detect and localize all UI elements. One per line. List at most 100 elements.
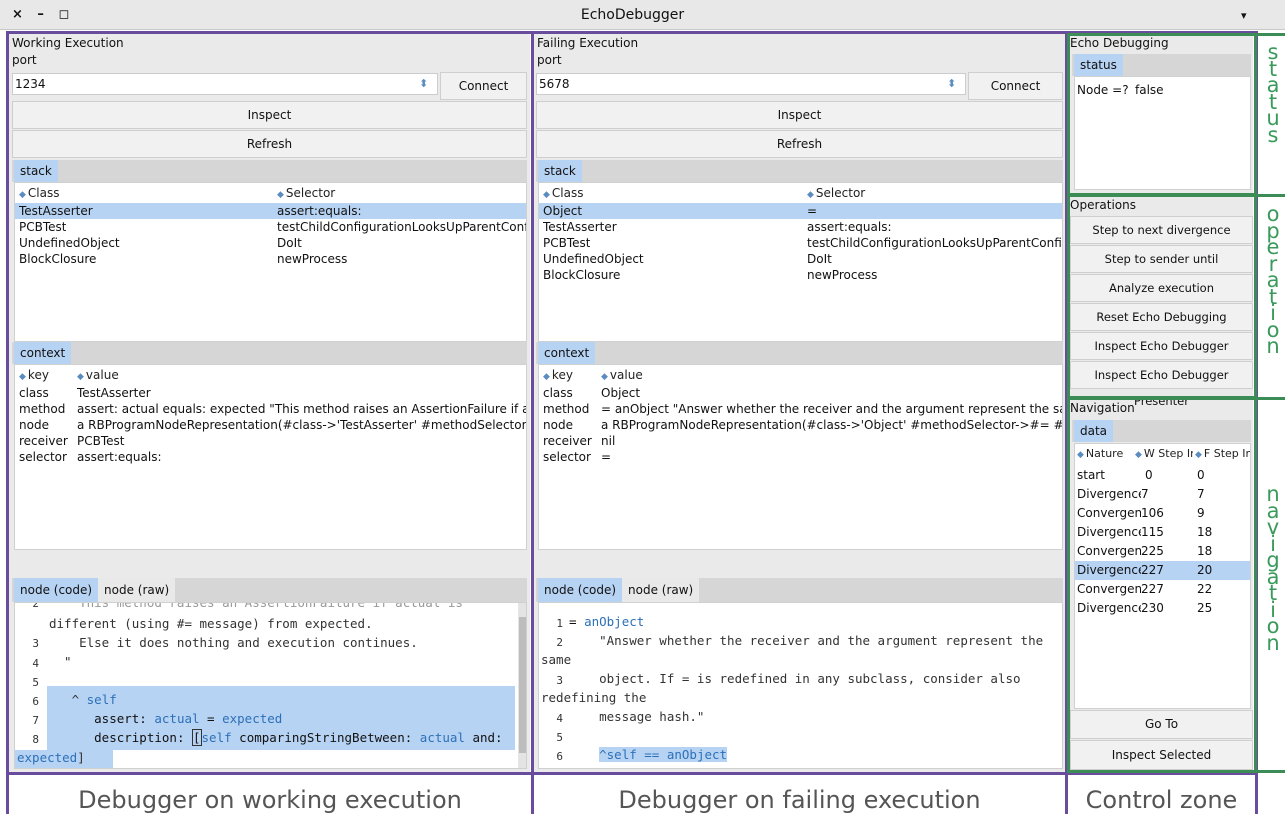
- w-step-cell: 0: [1145, 468, 1153, 482]
- table-row[interactable]: Object =: [539, 203, 1062, 219]
- working-tab-node-raw[interactable]: node (raw): [98, 578, 176, 602]
- table-row[interactable]: TestAsserter assert:equals:: [539, 219, 1062, 235]
- table-row[interactable]: node a RBProgramNodeRepresentation(#class…: [15, 417, 526, 433]
- working-tab-node-code[interactable]: node (code): [14, 578, 99, 602]
- inspect-selected-button[interactable]: Inspect Selected: [1070, 740, 1253, 770]
- working-connect-button[interactable]: Connect: [440, 72, 527, 100]
- code-line: expected]: [17, 750, 85, 765]
- table-row[interactable]: BlockClosure newProcess: [15, 251, 526, 267]
- failing-code-editor[interactable]: 1 = anObject 2 "Answer whether the recei…: [538, 602, 1063, 769]
- working-stack-tab[interactable]: stack: [14, 160, 58, 182]
- table-row[interactable]: receiver nil: [539, 433, 1062, 449]
- failing-port-input[interactable]: 5678: [536, 73, 966, 95]
- working-col-selector[interactable]: ◆ Selector: [277, 186, 335, 200]
- selector-cell: newProcess: [277, 252, 348, 266]
- code-line: "Answer whether the receiver and the arg…: [569, 633, 1044, 648]
- failing-col-class[interactable]: ◆ Class: [543, 186, 584, 200]
- data-tab[interactable]: data: [1074, 420, 1114, 442]
- go-to-button[interactable]: Go To: [1070, 710, 1253, 739]
- table-row[interactable]: Divergence 115 18: [1075, 523, 1250, 542]
- failing-context-tab[interactable]: context: [538, 342, 596, 364]
- code-line: = anObject: [569, 614, 645, 629]
- table-row[interactable]: node a RBProgramNodeRepresentation(#class…: [539, 417, 1062, 433]
- table-row[interactable]: selector =: [539, 449, 1062, 465]
- failing-stack-tab[interactable]: stack: [538, 160, 582, 182]
- line-number: 7: [32, 714, 39, 727]
- table-row[interactable]: method assert: actual equals: expected "T…: [15, 401, 526, 417]
- working-col-key[interactable]: ◆ key: [19, 368, 49, 382]
- reset-echo-button[interactable]: Reset Echo Debugging: [1070, 303, 1253, 331]
- failing-tab-node-raw[interactable]: node (raw): [622, 578, 700, 602]
- inspect-echo-presenter-button[interactable]: Inspect Echo Debugger Presenter: [1070, 361, 1253, 408]
- f-step-cell: 18: [1197, 525, 1213, 539]
- failing-stack-tabbar: [536, 160, 1063, 182]
- failing-tab-node-code[interactable]: node (code): [538, 578, 623, 602]
- analyze-execution-button[interactable]: Analyze execution: [1070, 274, 1253, 302]
- table-row[interactable]: Divergence 230 25: [1075, 599, 1250, 618]
- value-cell: TestAsserter: [77, 386, 151, 400]
- table-row[interactable]: Convergen 227 22: [1075, 580, 1250, 599]
- working-refresh-button[interactable]: Refresh: [12, 130, 527, 158]
- operations-heading: Operations: [1070, 198, 1136, 212]
- class-cell: UndefinedObject: [543, 252, 644, 266]
- table-row[interactable]: TestAsserter assert:equals:: [15, 203, 526, 219]
- nature-cell: Convergen: [1077, 506, 1141, 520]
- working-col-class[interactable]: ◆ Class: [19, 186, 60, 200]
- table-row[interactable]: Divergence 227 20: [1075, 561, 1250, 580]
- col-nature[interactable]: ◆ Nature: [1077, 447, 1123, 460]
- col-w-step[interactable]: ◆ W Step Ir: [1135, 447, 1193, 460]
- inspect-echo-debugger-button[interactable]: Inspect Echo Debugger: [1070, 332, 1253, 360]
- failing-port-spin-icon[interactable]: ⬍: [947, 77, 956, 90]
- table-row[interactable]: Convergen 225 18: [1075, 542, 1250, 561]
- navigation-connector: [1257, 397, 1285, 400]
- table-row[interactable]: selector assert:equals:: [15, 449, 526, 465]
- failing-heading: Failing Execution: [537, 36, 639, 50]
- table-row[interactable]: class TestAsserter: [15, 385, 526, 401]
- table-row[interactable]: method = anObject "Answer whether the rec…: [539, 401, 1062, 417]
- working-port-input[interactable]: 1234: [12, 73, 438, 95]
- working-code-editor[interactable]: 2 This method raises an AssertionFailure…: [14, 602, 527, 769]
- failing-col-value[interactable]: ◆ value: [601, 368, 643, 382]
- selector-cell: =: [807, 204, 818, 218]
- failing-connect-button[interactable]: Connect: [968, 72, 1063, 100]
- sort-icon: ◆: [543, 190, 550, 200]
- navigation-heading: Navigation: [1070, 401, 1135, 415]
- working-caption: Debugger on working execution: [78, 786, 462, 814]
- value-cell: assert:equals:: [77, 450, 162, 464]
- failing-refresh-button[interactable]: Refresh: [536, 130, 1063, 158]
- working-inspect-button[interactable]: Inspect: [12, 101, 527, 129]
- table-row[interactable]: class Object: [539, 385, 1062, 401]
- working-code-scrollbar[interactable]: [518, 603, 526, 768]
- side-label-letter: s: [1267, 122, 1279, 147]
- table-row[interactable]: PCBTest testChildConfigurationLooksUpPare…: [15, 219, 526, 235]
- table-row[interactable]: receiver PCBTest: [15, 433, 526, 449]
- working-port-spin-icon[interactable]: ⬍: [419, 77, 428, 90]
- step-next-divergence-button[interactable]: Step to next divergence: [1070, 216, 1253, 244]
- navigation-connector-bottom: [1257, 770, 1285, 773]
- table-row[interactable]: Convergen 106 9: [1075, 504, 1250, 523]
- working-heading: Working Execution: [12, 36, 124, 50]
- col-f-step[interactable]: ◆ F Step In: [1195, 447, 1250, 460]
- f-step-cell: 25: [1197, 601, 1213, 615]
- class-cell: PCBTest: [19, 220, 67, 234]
- status-tab[interactable]: status: [1074, 54, 1123, 76]
- table-row[interactable]: BlockClosure newProcess: [539, 267, 1062, 283]
- failing-inspect-button[interactable]: Inspect: [536, 101, 1063, 129]
- table-row[interactable]: start 0 0: [1075, 466, 1250, 485]
- working-col-value[interactable]: ◆ value: [77, 368, 119, 382]
- w-step-cell: 115: [1141, 525, 1164, 539]
- code-line: same: [541, 652, 572, 667]
- line-number: 2: [556, 636, 563, 649]
- step-sender-convergence-button[interactable]: Step to sender until convergence: [1070, 245, 1253, 292]
- table-row[interactable]: UndefinedObject DoIt: [15, 235, 526, 251]
- table-row[interactable]: PCBTest testChildConfigurationLooksUpPare…: [539, 235, 1062, 251]
- line-number: 3: [32, 637, 39, 650]
- key-cell: method: [543, 402, 590, 416]
- table-row[interactable]: UndefinedObject DoIt: [539, 251, 1062, 267]
- failing-col-selector[interactable]: ◆ Selector: [807, 186, 865, 200]
- window-menu-icon[interactable]: ▾: [1241, 9, 1247, 22]
- scrollbar-thumb[interactable]: [519, 617, 526, 753]
- failing-col-key[interactable]: ◆ key: [543, 368, 573, 382]
- working-context-tab[interactable]: context: [14, 342, 72, 364]
- table-row[interactable]: Divergence 7 7: [1075, 485, 1250, 504]
